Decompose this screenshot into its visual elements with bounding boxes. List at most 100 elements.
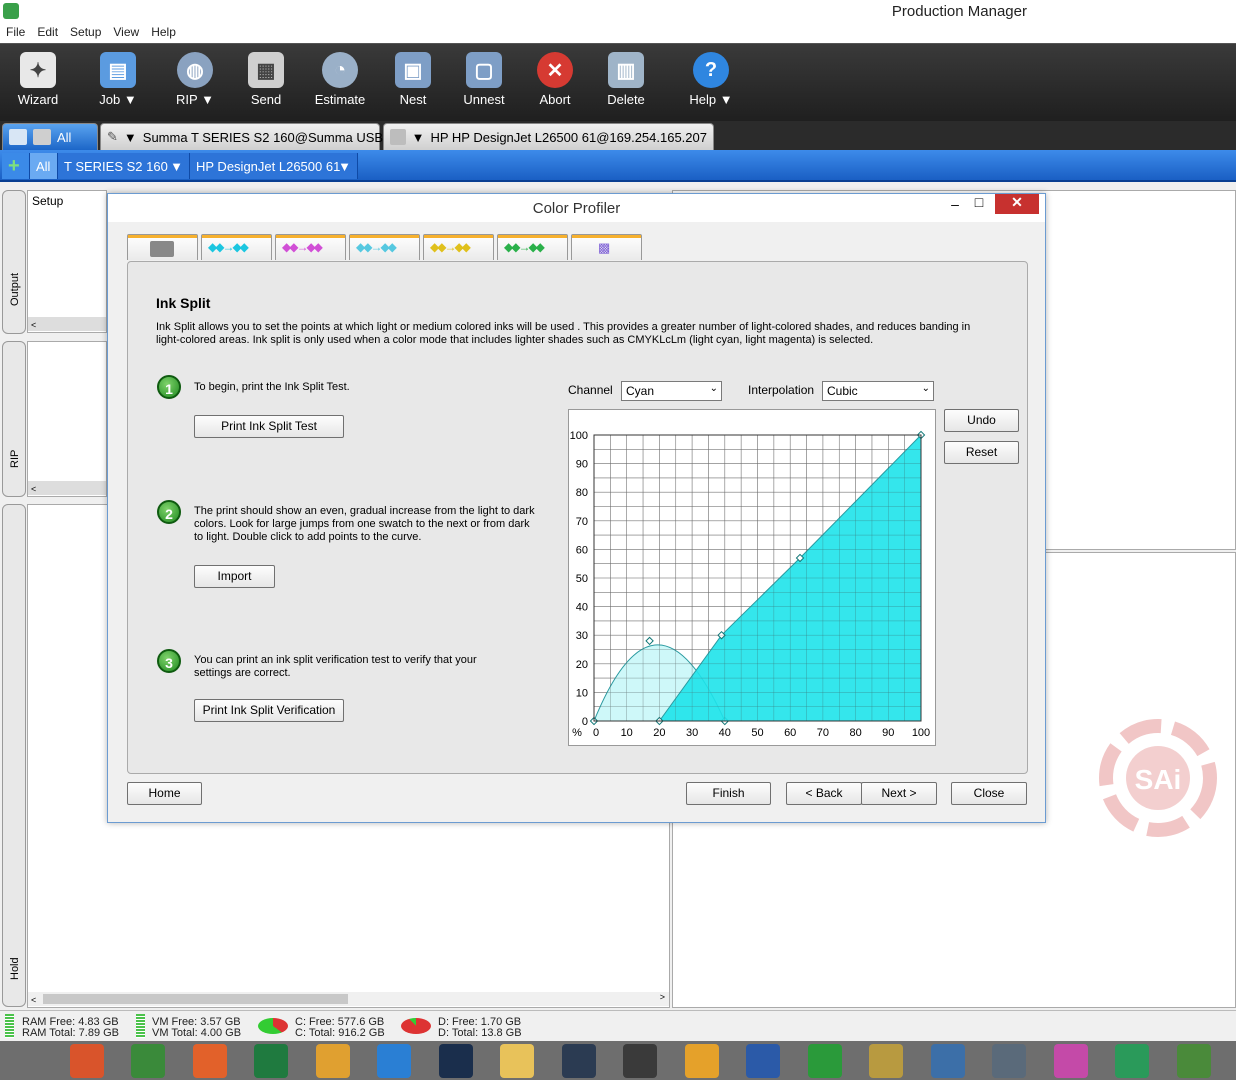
wizard-icon: ✦ [20, 52, 56, 88]
back-button[interactable]: < Back [786, 782, 862, 805]
menu-setup[interactable]: Setup [64, 24, 107, 43]
finish-button[interactable]: Finish [686, 782, 771, 805]
step-3-text: You can print an ink split verification … [194, 654, 477, 679]
app-bars-icon[interactable] [69, 1044, 104, 1078]
reset-button[interactable]: Reset [944, 441, 1019, 464]
file-explorer-icon[interactable] [500, 1044, 534, 1078]
fx-app-icon[interactable] [1115, 1044, 1149, 1078]
taskbar [0, 1041, 1236, 1080]
side-tab-hold[interactable]: Hold [2, 504, 26, 1007]
print-ink-split-test-button[interactable]: Print Ink Split Test [194, 415, 344, 438]
y-tick-label: 90 [576, 459, 588, 471]
send-button[interactable]: ▦ Send [231, 44, 301, 122]
firefox-icon[interactable] [192, 1044, 227, 1078]
close-icon[interactable]: ✕ [995, 194, 1039, 214]
vm-total: VM Total: 4.00 GB [152, 1027, 242, 1039]
home-button[interactable]: Home [127, 782, 202, 805]
maximize-icon[interactable]: □ [969, 194, 989, 214]
title-bar: Production Manager [0, 0, 1236, 24]
queue-hp[interactable]: HP DesignJet L26500 61 ▼ [190, 153, 358, 179]
disk-d-total: D: Total: 13.8 GB [438, 1027, 522, 1039]
menu-help[interactable]: Help [145, 24, 182, 43]
step-1-icon: 1 [157, 375, 181, 399]
panel-header-setup: Setup [32, 194, 64, 208]
ram-meter-icon [5, 1014, 14, 1038]
rip-button[interactable]: ◍ RIP ▼ [160, 44, 230, 122]
job-button[interactable]: ▤ Job ▼ [83, 44, 153, 122]
outlook-icon[interactable] [684, 1044, 719, 1078]
tab-profile[interactable]: ◆◆→◆◆ [497, 234, 568, 260]
scroll-right-icon: > [659, 992, 665, 1002]
tab-linearization[interactable]: ◆◆→◆◆ [349, 234, 420, 260]
queue-all[interactable]: All [30, 153, 58, 179]
scrollbar-h[interactable]: < [28, 481, 106, 495]
disk-c-pie-icon [258, 1018, 288, 1034]
printer-add-icon [9, 129, 27, 145]
estimate-button[interactable]: ◔ Estimate [305, 44, 375, 122]
import-button[interactable]: Import [194, 565, 275, 588]
abort-button[interactable]: ✕ Abort [520, 44, 590, 122]
help-button[interactable]: ? Help ▼ [676, 44, 746, 122]
app-folder-icon[interactable] [315, 1044, 350, 1078]
drop-app-icon[interactable] [930, 1044, 965, 1078]
tab-finish[interactable]: ▩ [571, 234, 642, 260]
unnest-icon: ▢ [466, 52, 502, 88]
photoshop-icon[interactable] [438, 1044, 473, 1078]
x-tick-label: 30 [686, 727, 698, 739]
side-tab-output[interactable]: Output [2, 190, 26, 334]
ink-split-chart[interactable]: 0 10 20 30 40 50 60 70 80 90 100 0 10 20 30 40 50 60 70 80 9… [569, 410, 935, 745]
tab-ink-split[interactable]: ◆◆→◆◆ [275, 234, 346, 260]
delete-button[interactable]: ▥ Delete [591, 44, 661, 122]
menu-view[interactable]: View [107, 24, 145, 43]
tab-printer-hp[interactable]: ▼ HP HP DesignJet L26500 61@169.254.165.2… [383, 123, 714, 150]
leaf-app-icon[interactable] [131, 1044, 165, 1078]
scrollbar-h[interactable]: < > [28, 992, 669, 1006]
x-tick-label: 60 [784, 727, 796, 739]
minimize-icon[interactable]: – [945, 196, 965, 216]
itunes-icon[interactable] [1053, 1044, 1088, 1078]
chevron-down-icon: ▼ [411, 129, 425, 145]
video-app-icon[interactable] [623, 1044, 657, 1078]
nest-button[interactable]: ▣ Nest [378, 44, 448, 122]
chevron-down-icon: ⌄ [709, 383, 718, 394]
channel-select[interactable]: Cyan ⌄ [621, 381, 722, 401]
word-icon[interactable] [746, 1044, 780, 1078]
add-queue-icon[interactable]: + [2, 153, 30, 179]
svg-text:SAi: SAi [1135, 764, 1182, 795]
undo-button[interactable]: Undo [944, 409, 1019, 432]
scroll-left-icon: < [31, 995, 37, 1005]
pen-tool-icon[interactable] [869, 1044, 903, 1078]
store-icon[interactable] [807, 1044, 842, 1078]
internet-explorer-icon[interactable] [377, 1044, 411, 1078]
menu-file[interactable]: File [0, 24, 31, 43]
tab-ink-limit[interactable]: ◆◆→◆◆ [201, 234, 272, 260]
step-3-icon: 3 [157, 649, 181, 673]
close-button[interactable]: Close [951, 782, 1027, 805]
production-manager-icon[interactable] [1176, 1044, 1211, 1078]
tab-total-ink[interactable]: ◆◆→◆◆ [423, 234, 494, 260]
menu-edit[interactable]: Edit [31, 24, 64, 43]
color-profiler-dialog: Color Profiler – □ ✕ ◆◆→◆◆ ◆◆→◆◆ ◆◆→◆◆ ◆… [107, 193, 1046, 823]
wizard-button[interactable]: ✦ Wizard [3, 44, 73, 122]
x-axis-label: % [572, 727, 582, 739]
queue-summa[interactable]: T SERIES S2 160 ▼ [58, 153, 190, 179]
unnest-button[interactable]: ▢ Unnest [449, 44, 519, 122]
step-2-icon: 2 [157, 500, 181, 524]
tab-printer-setup[interactable] [127, 234, 198, 260]
printer-tabs: All ✎ ▼ Summa T SERIES S2 160@Summa USB ▼ H… [0, 121, 1236, 150]
app-v-icon[interactable] [561, 1044, 596, 1078]
scrollbar-h[interactable]: < [28, 317, 106, 331]
side-tab-rip[interactable]: RIP [2, 341, 26, 497]
excel-icon[interactable] [254, 1044, 288, 1078]
print-ink-split-verification-button[interactable]: Print Ink Split Verification [194, 699, 344, 722]
interpolation-label: Interpolation [748, 383, 815, 397]
ink-split-graph[interactable]: 0 10 20 30 40 50 60 70 80 90 100 0 10 20 30 40 50 60 70 80 9… [568, 409, 936, 746]
tab-all-printers[interactable]: All [2, 123, 98, 150]
scroll-left-icon: < [31, 484, 37, 494]
interpolation-select[interactable]: Cubic ⌄ [822, 381, 934, 401]
x-tick-label: 90 [882, 727, 894, 739]
calculator-icon[interactable] [992, 1044, 1026, 1078]
tab-printer-summa[interactable]: ✎ ▼ Summa T SERIES S2 160@Summa USB [100, 123, 383, 150]
next-button[interactable]: Next > [861, 782, 937, 805]
windows-start-icon[interactable] [8, 1044, 42, 1078]
